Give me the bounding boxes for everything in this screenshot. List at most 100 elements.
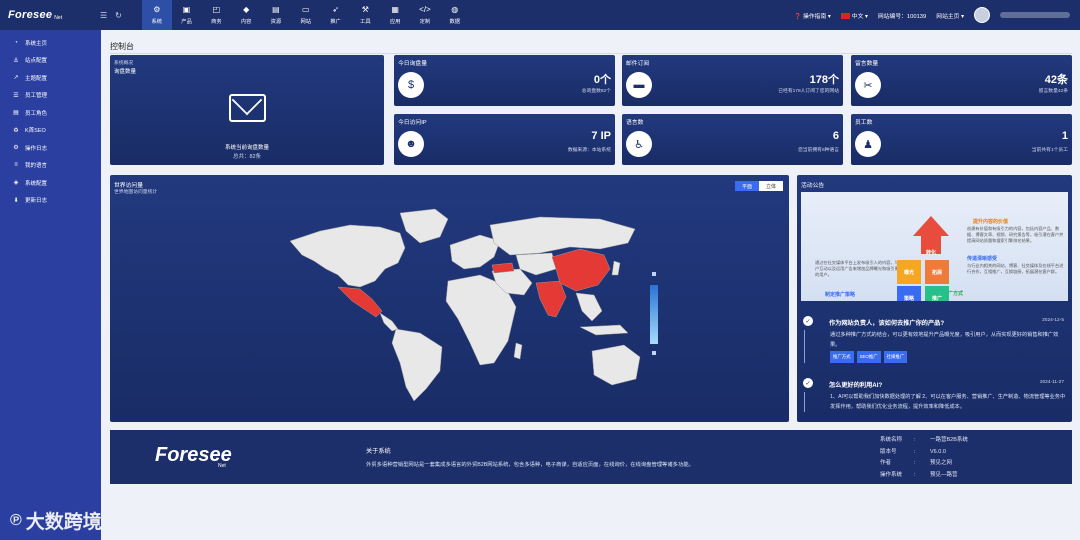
page-title: 控制台: [110, 42, 134, 51]
dashboard-icon: ◔: [14, 39, 18, 46]
map-india: [535, 280, 567, 318]
info-key: 版本号: [880, 448, 897, 455]
top-nav-label: 系统: [151, 18, 163, 25]
top-nav-item[interactable]: ▦ 应用: [380, 0, 410, 30]
sidebar-item-label: 站点配置: [25, 58, 48, 65]
world-map[interactable]: [280, 203, 645, 403]
sidebar-item[interactable]: ♻ K首SEO: [0, 122, 101, 140]
banner-text-3: 通过在社交媒体平台上发布吸引人的内容，与用户互动以及运用广告来增加品牌曝光和吸引…: [815, 260, 903, 277]
map-japan: [611, 260, 621, 276]
tag[interactable]: SEO推广: [856, 351, 881, 363]
news-item-title: 作为网站负责人，该如何去推广你的产品?: [829, 320, 945, 327]
wrench-icon: ✂: [855, 72, 881, 98]
sidebar-item[interactable]: ⚓ 站点配置: [0, 52, 101, 70]
stat-value: 0个: [593, 74, 611, 86]
language-label: 中文: [851, 13, 864, 20]
news-item[interactable]: ✓ 怎么更好的利用AI? 2024-11-27 1、AI可以帮助我们加快数据处理…: [801, 378, 1068, 412]
top-nav-item[interactable]: ➶ 推广: [321, 0, 351, 30]
globe-icon: ◍: [451, 4, 459, 14]
map-europe: [449, 234, 501, 270]
bed-icon: ▬: [626, 72, 652, 98]
stat-sub: 留言数量42条: [1038, 89, 1068, 94]
news-item[interactable]: ✓ 作为网站负责人，该如何去推广你的产品? 2024-12-5 通过多种推广方式…: [801, 316, 1068, 363]
refresh-icon[interactable]: ↻: [115, 11, 122, 20]
map-south-america: [391, 328, 443, 402]
info-key: 操作系统: [880, 471, 903, 478]
map-southeast-asia: [575, 292, 603, 322]
guide-link[interactable]: ❓ 操作指南 ▾: [794, 11, 831, 20]
top-nav-item[interactable]: ◰ 商务: [201, 0, 231, 30]
top-nav-item[interactable]: </> 定制: [410, 0, 440, 30]
sidebar-item[interactable]: ⚙ 操作日志: [0, 139, 101, 157]
sidebar-item[interactable]: ☰ 员工管理: [0, 87, 101, 105]
divider: [110, 53, 1072, 54]
username-blurred[interactable]: [1000, 12, 1070, 18]
code-icon: </>: [419, 4, 431, 14]
inquiry-total: 总共：82条: [232, 154, 262, 160]
menu-toggle-icon[interactable]: ☰: [100, 11, 107, 20]
announcement-banner[interactable]: 提升内容的价值 创建有价值和有吸引力的内容，包括内容产品、数据、博客文章、视频、…: [801, 192, 1068, 301]
info-colon: :: [914, 448, 916, 455]
top-nav-label: 网站: [300, 18, 312, 25]
tag[interactable]: 推广方式: [830, 351, 854, 363]
visit-scale-bar[interactable]: [650, 285, 658, 344]
monitor-icon: ▭: [301, 4, 310, 14]
logo-text: Foresee: [8, 9, 53, 21]
sidebar-item[interactable]: ▤ 员工角色: [0, 104, 101, 122]
top-bar: Foresee Net ☰ ↻ ⚙ 系统 ▣ 产品 ◰ 商务 ◆ 内容 ▤ 资源 ▭ 网站 ➶ 推广 ⚒ 工具…: [0, 0, 1080, 30]
top-nav-item[interactable]: ⚙ 系统: [141, 0, 172, 30]
top-nav-item[interactable]: ◍ 数据: [440, 0, 470, 30]
sidebar-item[interactable]: ≡ 我的语言: [0, 157, 101, 175]
site-home-link[interactable]: 网站主页 ▾: [936, 11, 964, 20]
tab-3d[interactable]: 立体: [759, 181, 783, 191]
watermark: ℗ 大数跨境: [10, 507, 102, 534]
language-select[interactable]: 中文 ▾: [840, 11, 868, 20]
top-nav-item[interactable]: ▤ 资源: [261, 0, 291, 30]
info-colon: :: [914, 460, 916, 466]
map-turkey: [491, 262, 515, 274]
tab-flat[interactable]: 平面: [735, 181, 759, 191]
sidebar-item-label: K首SEO: [25, 128, 46, 135]
top-nav-item[interactable]: ◆ 内容: [231, 0, 261, 30]
map-mexico: [337, 286, 383, 318]
top-nav-label: 产品: [181, 18, 192, 25]
banner-blue-2: 制定推广策略: [825, 292, 856, 298]
news-item-date: 2024-12-5: [1042, 318, 1064, 323]
sidebar-item[interactable]: ⬇ 更新日志: [0, 192, 101, 210]
update-icon: ⬇: [13, 197, 19, 204]
users-icon: ☰: [13, 92, 19, 99]
banner-text-1: 创建有价值和有吸引力的内容，包括内容产品、数据、博客文章、视频、研究报告等，吸引…: [967, 226, 1064, 243]
sidebar-item[interactable]: ↗ 主题配置: [0, 69, 101, 87]
sidebar-item-label: 系统主页: [25, 40, 48, 47]
top-nav-label: 工具: [360, 18, 371, 25]
block-promote: 推广: [925, 286, 949, 301]
banner-blue-1: 传递清晰感受: [967, 256, 998, 262]
logo[interactable]: Foresee Net: [0, 0, 100, 30]
map-madagascar: [513, 342, 523, 360]
top-nav-item[interactable]: ⚒ 工具: [350, 0, 380, 30]
avatar[interactable]: [974, 7, 990, 23]
site-home-label: 网站主页: [936, 13, 960, 20]
main-content: 控制台 系统概况 询盘数量 系统当前询盘数量 总共：82条 今日询盘量 $0个 总询…: [101, 30, 1080, 540]
rocket-icon: ➶: [332, 4, 339, 14]
stat-title: 语言数: [626, 120, 644, 126]
stat-card: 语言数 ♿ 6 您当前拥有6种语言: [622, 114, 843, 165]
stat-value: 6: [832, 130, 839, 142]
tag[interactable]: 社媒推广: [883, 351, 908, 363]
sidebar: ◔ 系统主页 ⚓ 站点配置 ↗ 主题配置 ☰ 员工管理 ▤ 员工角色 ♻ K首SEO ⚙ 操作日志 ≡ 我的语…: [0, 30, 101, 540]
top-nav-item[interactable]: ▭ 网站: [291, 0, 321, 30]
sidebar-item-label: 操作日志: [25, 145, 48, 152]
sidebar-item[interactable]: ◈ 系统配置: [0, 174, 101, 192]
top-nav-label: 资源: [270, 18, 282, 25]
info-value: 预见之网: [930, 460, 953, 466]
top-nav-label: 内容: [240, 18, 252, 25]
overview-label: 系统概况: [114, 61, 134, 66]
chart-icon: ↗: [13, 75, 19, 82]
inquiry-caption: 系统当前询盘数量: [224, 145, 269, 151]
top-nav-item[interactable]: ▣ 产品: [172, 0, 202, 30]
top-nav-label: 应用: [389, 18, 401, 25]
stat-card: 员工数 ♟ 1 当前共有1个员工: [851, 114, 1072, 165]
sidebar-item-label: 员工管理: [25, 93, 48, 100]
sidebar-item[interactable]: ◔ 系统主页: [0, 34, 101, 52]
watermark-logo-icon: ℗: [10, 511, 22, 529]
